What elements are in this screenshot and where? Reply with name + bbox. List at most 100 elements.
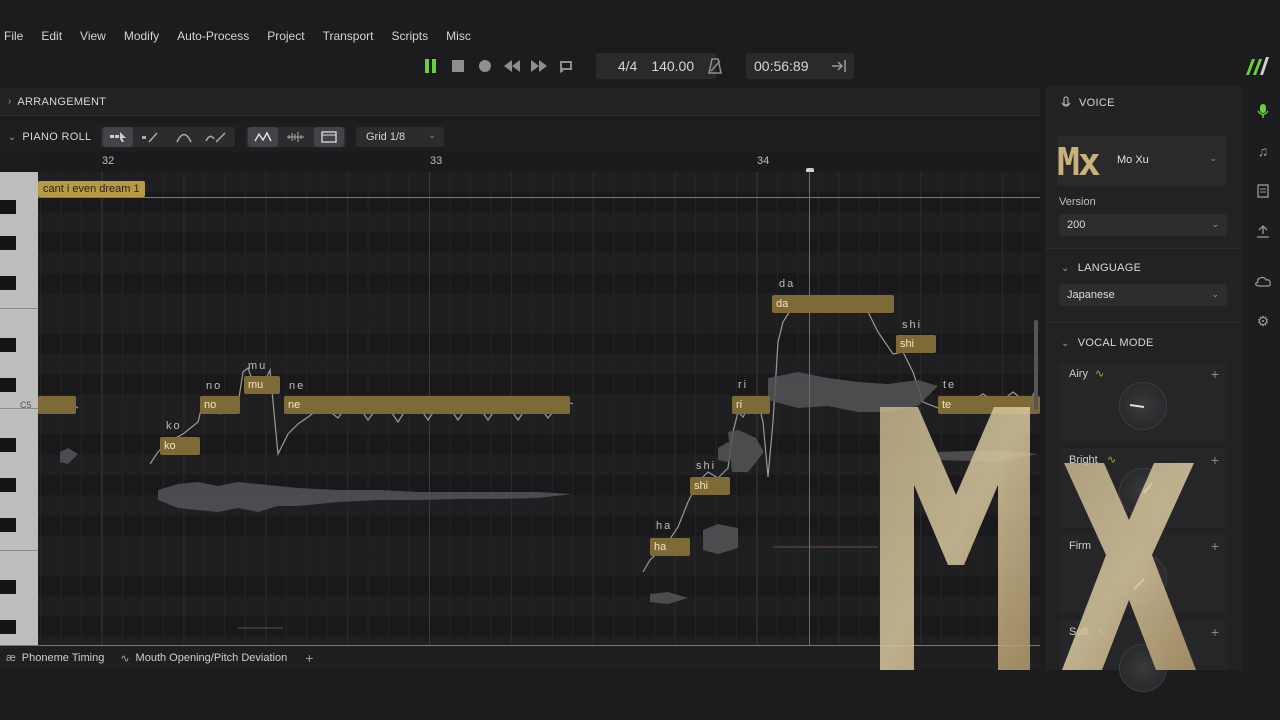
pitch-row [38, 273, 1040, 294]
voice-name: Mo Xu [1117, 154, 1149, 166]
add-mode-button[interactable]: + [1211, 452, 1219, 468]
note[interactable]: ri [732, 396, 770, 414]
note[interactable]: ne [284, 396, 570, 414]
chevron-down-icon: ⌄ [1061, 262, 1070, 274]
tab-mouth-opening[interactable]: ∿ Mouth Opening/Pitch Deviation [120, 652, 287, 665]
vertical-scrollbar[interactable] [1034, 320, 1038, 410]
version-value: 200 [1067, 219, 1086, 231]
menu-scripts[interactable]: Scripts [391, 29, 428, 43]
menu-auto-process[interactable]: Auto-Process [177, 29, 249, 43]
black-key[interactable] [0, 580, 16, 594]
wave-icon: ∿ [120, 652, 130, 665]
bright-knob[interactable] [1119, 468, 1167, 516]
select-tool-button[interactable] [103, 127, 133, 147]
black-key[interactable] [0, 478, 16, 492]
fast-forward-button[interactable] [528, 56, 550, 76]
pitch-row [38, 414, 1040, 435]
black-key[interactable] [0, 620, 16, 634]
arrangement-header[interactable]: › ARRANGEMENT [0, 88, 1040, 116]
note[interactable]: no [200, 396, 240, 414]
piano-keyboard[interactable] [0, 172, 38, 645]
voice-selector[interactable]: Mx Mo Xu ⌄ [1057, 136, 1227, 186]
note[interactable]: te [938, 396, 1040, 414]
chevron-down-icon[interactable]: ⌄ [8, 132, 16, 143]
jump-to-end-button[interactable] [828, 56, 850, 76]
pitch-view-button[interactable] [248, 127, 278, 147]
vocal-mode-header[interactable]: ⌄ VOCAL MODE [1045, 328, 1242, 358]
vocal-mode-soft: Soft ∿ + [1059, 620, 1227, 692]
pitch-row [38, 576, 1040, 597]
version-select[interactable]: 200 ⌄ [1059, 214, 1227, 236]
cloud-icon[interactable] [1254, 272, 1272, 290]
note[interactable]: shi [690, 477, 730, 495]
add-mode-button[interactable]: + [1211, 538, 1219, 554]
note[interactable]: mu [244, 376, 280, 394]
time-signature[interactable]: 4/4 [618, 58, 637, 74]
black-key[interactable] [0, 438, 16, 452]
pencil-tool-button[interactable] [135, 127, 165, 147]
language-select[interactable]: Japanese ⌄ [1059, 284, 1227, 306]
rewind-button[interactable] [501, 56, 523, 76]
menu-misc[interactable]: Misc [446, 29, 471, 43]
voice-header[interactable]: VOICE [1045, 88, 1242, 118]
pitch-pencil-tool-button[interactable] [201, 127, 231, 147]
mode-label: Firm [1069, 540, 1091, 552]
note[interactable]: ha [650, 538, 690, 556]
chevron-right-icon[interactable]: › [8, 96, 11, 107]
black-key[interactable] [0, 236, 16, 250]
record-button[interactable] [474, 56, 496, 76]
pause-button[interactable] [420, 56, 442, 76]
settings-gear-icon[interactable]: ⚙ [1254, 312, 1272, 330]
black-key[interactable] [0, 338, 16, 352]
clip-view-button[interactable] [314, 127, 344, 147]
airy-knob[interactable] [1119, 382, 1167, 430]
select-tool-icon [110, 132, 126, 142]
menu-modify[interactable]: Modify [124, 29, 159, 43]
black-key[interactable] [0, 276, 16, 290]
tab-phoneme-timing[interactable]: æ Phoneme Timing [6, 652, 104, 664]
black-key[interactable] [0, 518, 16, 532]
note-lyric: no [206, 380, 223, 392]
timeline-ruler[interactable]: 32 33 34 [38, 152, 1040, 172]
tempo-box[interactable]: 4/4 140.00 [596, 53, 716, 79]
metronome-button[interactable] [704, 56, 726, 76]
add-mode-button[interactable]: + [1211, 624, 1219, 640]
note-lyric: shi [902, 319, 923, 331]
menu-file[interactable]: File [4, 29, 23, 43]
black-key[interactable] [0, 200, 16, 214]
tempo-value[interactable]: 140.00 [651, 58, 694, 74]
view-tools-group [246, 127, 346, 147]
stop-button[interactable] [447, 56, 469, 76]
pitch-row [38, 252, 1040, 273]
curve-tool-button[interactable] [169, 127, 199, 147]
black-key[interactable] [0, 378, 16, 392]
microphone-icon[interactable] [1254, 102, 1272, 120]
note[interactable]: ko [160, 437, 200, 455]
menu-edit[interactable]: Edit [41, 29, 62, 43]
note[interactable]: shi [896, 335, 936, 353]
clip-name-tag[interactable]: cant i even dream 1 [38, 181, 145, 197]
add-mode-button[interactable]: + [1211, 366, 1219, 382]
loop-button[interactable] [555, 56, 577, 76]
language-header[interactable]: ⌄ LANGUAGE [1045, 253, 1242, 283]
menu-view[interactable]: View [80, 29, 106, 43]
note[interactable]: da [772, 295, 894, 313]
piano-roll-canvas[interactable]: cant i even dream 1 ko ko no no mu mu ne… [38, 172, 1040, 645]
soft-knob[interactable] [1119, 644, 1167, 692]
grid-select[interactable]: Grid 1/8 ⌄ [356, 127, 444, 147]
menu-project[interactable]: Project [267, 29, 304, 43]
upload-icon[interactable] [1254, 222, 1272, 240]
firm-knob[interactable] [1119, 554, 1167, 602]
music-note-icon[interactable]: ♫ [1254, 142, 1272, 160]
add-tab-button[interactable]: + [305, 650, 313, 666]
fast-forward-icon [531, 60, 547, 72]
key-divider [0, 308, 38, 309]
note[interactable] [38, 396, 76, 414]
pitch-row [38, 232, 1040, 253]
waveform-view-button[interactable] [281, 127, 311, 147]
chevron-down-icon: ⌄ [1211, 219, 1219, 229]
document-icon[interactable] [1254, 182, 1272, 200]
pause-icon [425, 59, 436, 73]
menu-transport[interactable]: Transport [323, 29, 374, 43]
pitch-row [38, 596, 1040, 617]
